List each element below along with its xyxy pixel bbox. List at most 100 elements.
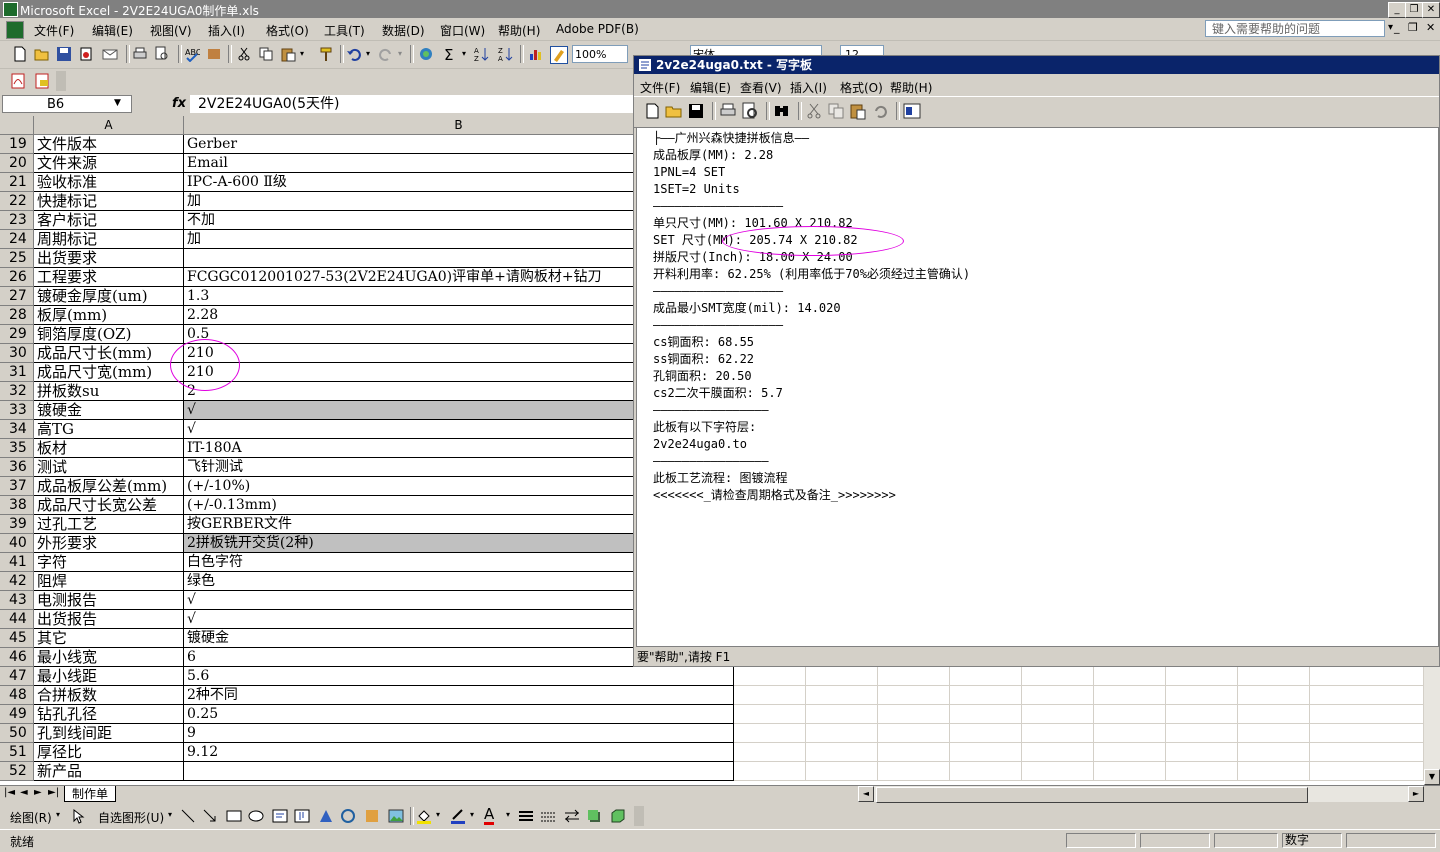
cell-a[interactable]: 文件版本 — [34, 135, 184, 154]
formula-input[interactable]: 2V2E24UGA0(5天件) — [190, 95, 635, 113]
pdf-email-icon[interactable] — [34, 73, 50, 89]
cell-empty[interactable] — [806, 743, 878, 762]
minimize-button[interactable]: _ — [1388, 2, 1406, 18]
wp-cut-icon[interactable] — [804, 101, 824, 121]
cell-empty[interactable] — [1022, 743, 1094, 762]
diagram-icon[interactable] — [340, 808, 356, 824]
sheet-tab-active[interactable]: 制作单 — [64, 786, 116, 802]
menu-edit[interactable]: 编辑(E) — [92, 22, 133, 39]
autosum-icon[interactable]: Σ — [444, 46, 453, 64]
email-icon[interactable] — [102, 46, 118, 62]
wp-menu-format[interactable]: 格式(O) — [840, 79, 883, 96]
row-header[interactable]: 19 — [0, 135, 34, 154]
cell-empty[interactable] — [734, 686, 806, 705]
row-header[interactable]: 30 — [0, 344, 34, 363]
excel-doc-icon[interactable] — [6, 21, 24, 39]
textbox-icon[interactable] — [272, 808, 288, 824]
cell-empty[interactable] — [1166, 686, 1238, 705]
cell-a[interactable]: 板材 — [34, 439, 184, 458]
cell-empty[interactable] — [1022, 667, 1094, 686]
scroll-right-button[interactable]: ► — [1408, 786, 1424, 802]
cell-a[interactable]: 过孔工艺 — [34, 515, 184, 534]
row-header[interactable]: 52 — [0, 762, 34, 781]
oval-icon[interactable] — [248, 808, 264, 824]
horizontal-scrollbar[interactable]: ◄ ► — [858, 786, 1424, 803]
cell-a[interactable]: 阻焊 — [34, 572, 184, 591]
prev-sheet-icon[interactable]: ◄ — [20, 787, 28, 798]
restore-button[interactable]: ❐ — [1405, 2, 1423, 18]
wp-save-icon[interactable] — [686, 101, 706, 121]
cell-a[interactable]: 板厚(mm) — [34, 306, 184, 325]
cell-empty[interactable] — [950, 762, 1022, 781]
wordpad-window[interactable]: 2v2e24uga0.txt - 写字板 文件(F) 编辑(E) 查看(V) 插… — [633, 55, 1440, 667]
wordpad-document[interactable]: ├——广州兴森快捷拼板信息—— 成品板厚(MM): 2.28 1PNL=4 SET 1… — [636, 127, 1439, 647]
paste-dropdown-icon[interactable]: ▾ — [300, 49, 304, 58]
new-icon[interactable] — [12, 46, 28, 62]
cell-empty[interactable] — [1166, 705, 1238, 724]
row-header[interactable]: 49 — [0, 705, 34, 724]
wp-menu-view[interactable]: 查看(V) — [740, 79, 782, 96]
cell-a[interactable]: 成品尺寸长宽公差 — [34, 496, 184, 515]
cell-a[interactable]: 工程要求 — [34, 268, 184, 287]
hyperlink-icon[interactable] — [418, 46, 434, 62]
copy-icon[interactable] — [258, 46, 274, 62]
fx-icon[interactable]: fx — [172, 96, 186, 111]
arrow-style-icon[interactable] — [564, 808, 580, 824]
row-header[interactable]: 33 — [0, 401, 34, 420]
cell-empty[interactable] — [1310, 724, 1424, 743]
cell-a[interactable]: 钻孔孔径 — [34, 705, 184, 724]
line-icon[interactable] — [180, 808, 196, 824]
cell-a[interactable]: 成品尺寸长(mm) — [34, 344, 184, 363]
cell-b[interactable]: 9 — [184, 724, 734, 743]
cell-empty[interactable] — [1166, 724, 1238, 743]
menu-data[interactable]: 数据(D) — [382, 22, 425, 39]
close-button[interactable]: ✕ — [1422, 2, 1440, 18]
row-header[interactable]: 26 — [0, 268, 34, 287]
cell-empty[interactable] — [878, 667, 950, 686]
row-header[interactable]: 48 — [0, 686, 34, 705]
autoshapes-button[interactable]: 自选图形(U) — [98, 809, 164, 826]
row-header[interactable]: 47 — [0, 667, 34, 686]
row-header[interactable]: 28 — [0, 306, 34, 325]
sort-descending-icon[interactable]: ZA — [498, 46, 514, 62]
cell-b[interactable]: 9.12 — [184, 743, 734, 762]
cell-a[interactable]: 测试 — [34, 458, 184, 477]
wp-copy-icon[interactable] — [826, 101, 846, 121]
cell-a[interactable]: 出货报告 — [34, 610, 184, 629]
wp-menu-help[interactable]: 帮助(H) — [890, 79, 932, 96]
toolbar-overflow[interactable] — [56, 71, 66, 91]
cell-empty[interactable] — [734, 762, 806, 781]
cell-empty[interactable] — [1238, 724, 1310, 743]
undo-dropdown-icon[interactable]: ▾ — [366, 49, 370, 58]
wp-menu-insert[interactable]: 插入(I) — [790, 79, 827, 96]
cell-a[interactable]: 周期标记 — [34, 230, 184, 249]
cell-empty[interactable] — [878, 705, 950, 724]
cell-empty[interactable] — [1022, 705, 1094, 724]
cell-empty[interactable] — [878, 724, 950, 743]
cell-empty[interactable] — [1094, 762, 1166, 781]
cell-empty[interactable] — [950, 686, 1022, 705]
cell-empty[interactable] — [1310, 762, 1424, 781]
row-header[interactable]: 45 — [0, 629, 34, 648]
wp-find-icon[interactable] — [772, 101, 792, 121]
cell-empty[interactable] — [1022, 686, 1094, 705]
cell-empty[interactable] — [1094, 724, 1166, 743]
row-header[interactable]: 50 — [0, 724, 34, 743]
arrow-icon[interactable] — [202, 808, 218, 824]
cell-a[interactable]: 其它 — [34, 629, 184, 648]
sort-ascending-icon[interactable]: AZ — [474, 46, 490, 62]
row-header[interactable]: 21 — [0, 173, 34, 192]
cell-empty[interactable] — [950, 724, 1022, 743]
row-header[interactable]: 46 — [0, 648, 34, 667]
row-header[interactable]: 34 — [0, 420, 34, 439]
wp-new-icon[interactable] — [642, 101, 662, 121]
wp-print-preview-icon[interactable] — [740, 101, 760, 121]
name-box[interactable]: B6 — [2, 95, 132, 113]
open-icon[interactable] — [34, 46, 50, 62]
cell-empty[interactable] — [878, 743, 950, 762]
cell-a[interactable]: 铜箔厚度(OZ) — [34, 325, 184, 344]
menu-window[interactable]: 窗口(W) — [440, 22, 485, 39]
cell-empty[interactable] — [806, 705, 878, 724]
cell-a[interactable]: 成品尺寸宽(mm) — [34, 363, 184, 382]
line-color-dropdown-icon[interactable]: ▾ — [470, 810, 474, 819]
